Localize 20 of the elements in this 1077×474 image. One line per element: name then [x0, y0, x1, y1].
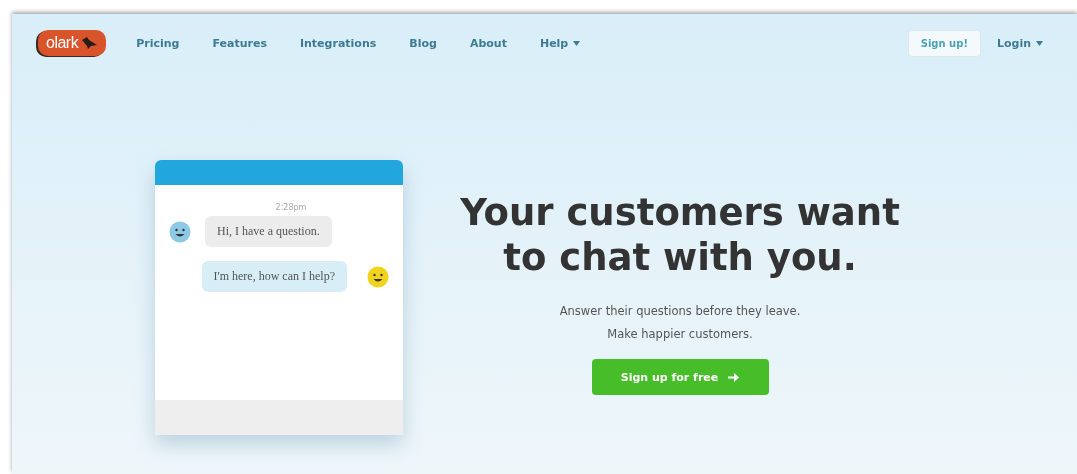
- timestamp: 2:28pm: [275, 203, 307, 212]
- signup-free-button[interactable]: Sign up for free: [591, 359, 769, 395]
- hero-subtitle: Answer their questions before they leave.: [559, 303, 801, 320]
- hero-subtitle: Make happier customers.: [606, 326, 754, 343]
- nav-link[interactable]: About: [469, 36, 507, 50]
- nav-link[interactable]: Pricing: [136, 36, 180, 50]
- chat-bubble: I'm here, how can I help?: [201, 261, 347, 292]
- chat-bubble: Hi, I have a question.: [205, 216, 332, 247]
- arrow-right-icon: [728, 372, 740, 382]
- signup-button[interactable]: Sign up!: [907, 29, 981, 57]
- nav-link[interactable]: Features: [212, 36, 267, 50]
- smiley-icon: [367, 265, 389, 288]
- nav-link[interactable]: Help: [539, 36, 581, 50]
- nav-link[interactable]: Integrations: [299, 36, 377, 50]
- nav-link[interactable]: Blog: [409, 36, 437, 50]
- smiley-icon: [169, 220, 191, 243]
- bird-icon: [80, 36, 99, 50]
- hero-title: Your customers want to chat with you.: [460, 190, 900, 280]
- logo[interactable]: olark: [38, 30, 107, 56]
- login-link[interactable]: Login: [996, 36, 1043, 50]
